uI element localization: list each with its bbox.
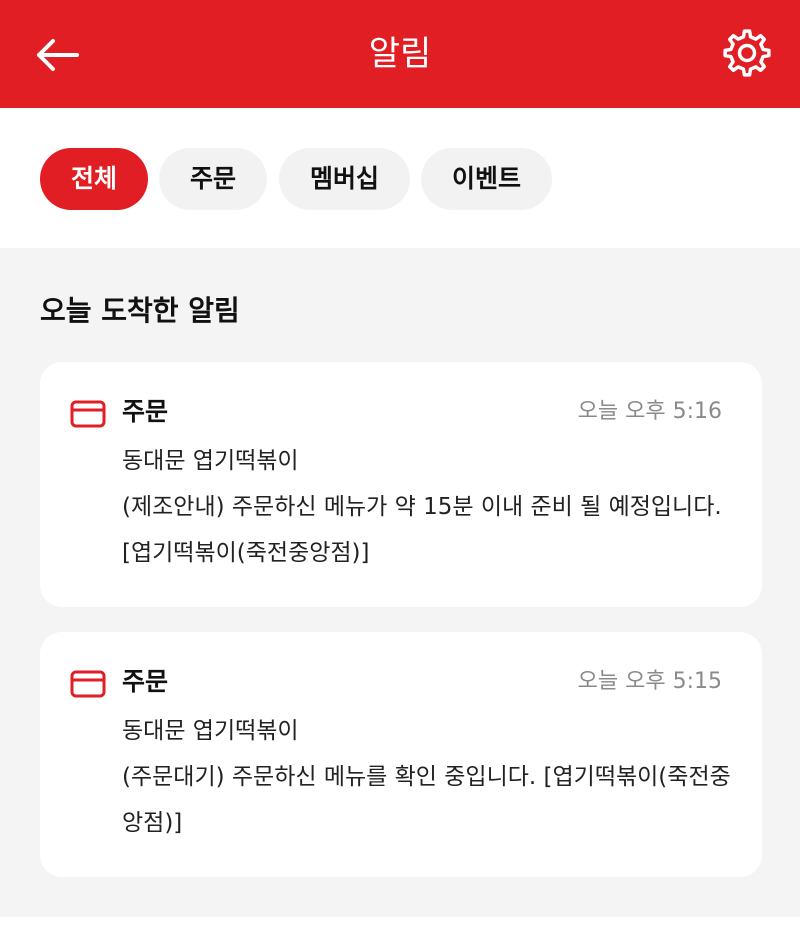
- notification-message: (제조안내) 주문하신 메뉴가 약 15분 이내 준비 될 예정입니다. [엽기…: [122, 494, 722, 566]
- tab-all[interactable]: 전체: [40, 148, 148, 210]
- back-button[interactable]: [30, 30, 84, 84]
- filter-tabs: 전체 주문 멤버십 이벤트: [0, 108, 800, 248]
- tab-order[interactable]: 주문: [159, 148, 267, 210]
- card-icon: [70, 670, 106, 698]
- section-title: 오늘 도착한 알림: [40, 294, 240, 327]
- notification-store: 동대문 엽기떡볶이: [122, 448, 299, 474]
- card-icon: [70, 400, 106, 428]
- notification-store: 동대문 엽기떡볶이: [122, 718, 299, 744]
- back-arrow-icon: [35, 38, 79, 76]
- notification-category: 주문: [122, 397, 169, 426]
- notification-message: (주문대기) 주문하신 메뉴를 확인 중입니다. [엽기떡볶이(죽전중앙점)]: [122, 764, 731, 836]
- tab-membership[interactable]: 멤버십: [279, 148, 410, 210]
- notification-time: 오늘 오후 5:15: [577, 669, 722, 694]
- notification-category: 주문: [122, 667, 169, 696]
- notification-time: 오늘 오후 5:16: [577, 399, 722, 424]
- settings-button[interactable]: [716, 24, 778, 86]
- tab-event[interactable]: 이벤트: [421, 148, 552, 210]
- page-title: 알림: [368, 34, 432, 74]
- app-header: 알림: [0, 0, 800, 108]
- notification-card[interactable]: 주문 오늘 오후 5:16 동대문 엽기떡볶이 (제조안내) 주문하신 메뉴가 …: [40, 362, 762, 607]
- bottom-spacer: [0, 917, 800, 939]
- notification-card[interactable]: 주문 오늘 오후 5:15 동대문 엽기떡볶이 (주문대기) 주문하신 메뉴를 …: [40, 632, 762, 877]
- gear-icon: [721, 27, 773, 83]
